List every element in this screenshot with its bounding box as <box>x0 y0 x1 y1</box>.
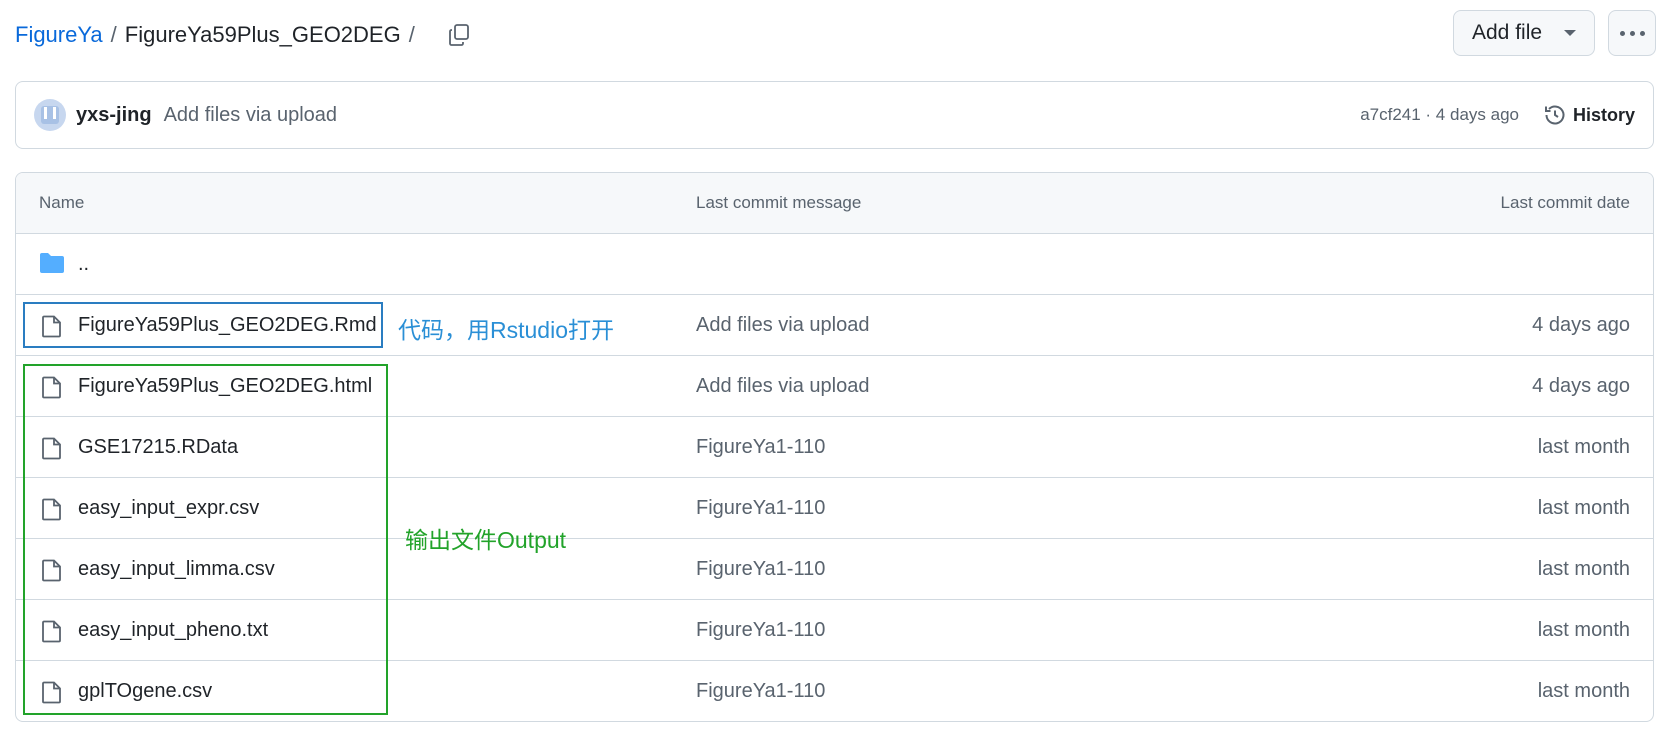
file-commit-message-link[interactable]: FigureYa1-110 <box>696 558 825 581</box>
kebab-horizontal-icon <box>1619 30 1625 36</box>
file-icon <box>42 315 61 338</box>
file-name-link[interactable]: easy_input_expr.csv <box>78 497 259 520</box>
avatar[interactable] <box>34 99 66 131</box>
file-commit-message-link[interactable]: FigureYa1-110 <box>696 680 825 703</box>
file-name-link[interactable]: easy_input_pheno.txt <box>78 619 268 642</box>
file-icon <box>42 620 61 643</box>
parent-directory-row[interactable]: .. <box>16 234 1653 295</box>
file-commit-message-link[interactable]: FigureYa1-110 <box>696 619 825 642</box>
table-row[interactable]: easy_input_expr.csv FigureYa1-110 last m… <box>16 478 1653 539</box>
file-icon <box>42 437 61 460</box>
breadcrumb-trailing-separator: / <box>408 22 415 47</box>
breadcrumb-repo-link[interactable]: FigureYa <box>15 22 103 48</box>
repo-page: FigureYa / FigureYa59Plus_GEO2DEG / Add … <box>0 0 1661 730</box>
add-file-button[interactable]: Add file <box>1453 10 1595 56</box>
table-row[interactable]: easy_input_pheno.txt FigureYa1-110 last … <box>16 600 1653 661</box>
commit-author-link[interactable]: yxs-jing <box>76 104 152 127</box>
header-name: Name <box>39 193 85 212</box>
copy-icon <box>448 24 469 46</box>
file-commit-message-link[interactable]: Add files via upload <box>696 314 869 337</box>
code-file-annotation: 代码，用Rstudio打开 <box>398 317 614 343</box>
table-row[interactable]: easy_input_limma.csv FigureYa1-110 last … <box>16 539 1653 600</box>
file-commit-date: last month <box>1537 496 1630 519</box>
commit-message-link[interactable]: Add files via upload <box>164 104 337 127</box>
file-commit-date: last month <box>1537 557 1630 580</box>
file-name-link[interactable]: FigureYa59Plus_GEO2DEG.Rmd <box>78 314 377 337</box>
more-options-button[interactable] <box>1608 10 1656 56</box>
copy-path-button[interactable] <box>443 19 475 51</box>
commit-hash-and-time[interactable]: a7cf241 · 4 days ago <box>1360 105 1519 125</box>
file-commit-date: 4 days ago <box>1532 313 1630 336</box>
avatar-identicon <box>41 106 59 124</box>
folder-icon <box>40 253 64 273</box>
table-row[interactable]: FigureYa59Plus_GEO2DEG.Rmd Add files via… <box>16 295 1653 356</box>
file-icon <box>42 559 61 582</box>
file-commit-message-link[interactable]: Add files via upload <box>696 375 869 398</box>
file-name-link[interactable]: easy_input_limma.csv <box>78 558 275 581</box>
file-name-link[interactable]: GSE17215.RData <box>78 436 238 459</box>
chevron-down-icon <box>1564 30 1576 36</box>
table-header: Name Last commit message Last commit dat… <box>16 173 1653 234</box>
file-icon <box>42 681 61 704</box>
parent-directory-link[interactable]: .. <box>78 253 89 276</box>
breadcrumb-current-folder: FigureYa59Plus_GEO2DEG <box>124 22 401 47</box>
file-name-link[interactable]: FigureYa59Plus_GEO2DEG.html <box>78 375 372 398</box>
file-commit-date: last month <box>1537 679 1630 702</box>
history-button[interactable]: History <box>1543 103 1635 127</box>
table-row[interactable]: GSE17215.RData FigureYa1-110 last month <box>16 417 1653 478</box>
history-label: History <box>1572 104 1635 125</box>
breadcrumb: FigureYa / FigureYa59Plus_GEO2DEG / <box>15 15 475 55</box>
file-commit-message-link[interactable]: FigureYa1-110 <box>696 497 825 520</box>
file-table: Name Last commit message Last commit dat… <box>15 172 1654 722</box>
latest-commit-bar: yxs-jing Add files via upload a7cf241 · … <box>15 81 1654 149</box>
breadcrumb-separator: / <box>110 22 117 47</box>
output-files-annotation: 输出文件Output <box>405 527 567 553</box>
file-icon <box>42 498 61 521</box>
history-icon <box>1544 105 1565 125</box>
file-commit-date: last month <box>1537 435 1630 458</box>
file-commit-message-link[interactable]: FigureYa1-110 <box>696 436 825 459</box>
header-last-commit-date: Last commit date <box>1500 193 1630 212</box>
table-row[interactable]: FigureYa59Plus_GEO2DEG.html Add files vi… <box>16 356 1653 417</box>
file-name-link[interactable]: gplTOgene.csv <box>78 680 212 703</box>
file-commit-date: 4 days ago <box>1532 374 1630 397</box>
add-file-label: Add file <box>1472 21 1543 44</box>
file-commit-date: last month <box>1537 618 1630 641</box>
table-row[interactable]: gplTOgene.csv FigureYa1-110 last month <box>16 661 1653 721</box>
file-icon <box>42 376 61 399</box>
header-last-commit-message: Last commit message <box>696 193 862 212</box>
